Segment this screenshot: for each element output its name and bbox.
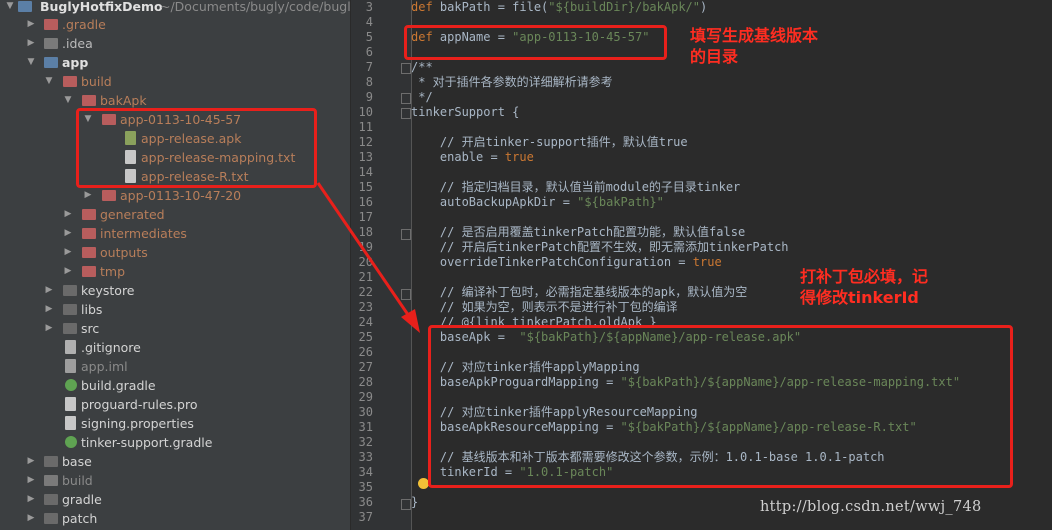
annotation-arrow [316,182,420,333]
watermark: http://blog.csdn.net/wwj_748 [760,499,982,515]
annotation-note-baseline: 填写生成基线版本 的目录 [690,26,819,66]
annotation-note-tinkerid: 打补丁包必填，记 得修改tinkerId [800,267,929,307]
